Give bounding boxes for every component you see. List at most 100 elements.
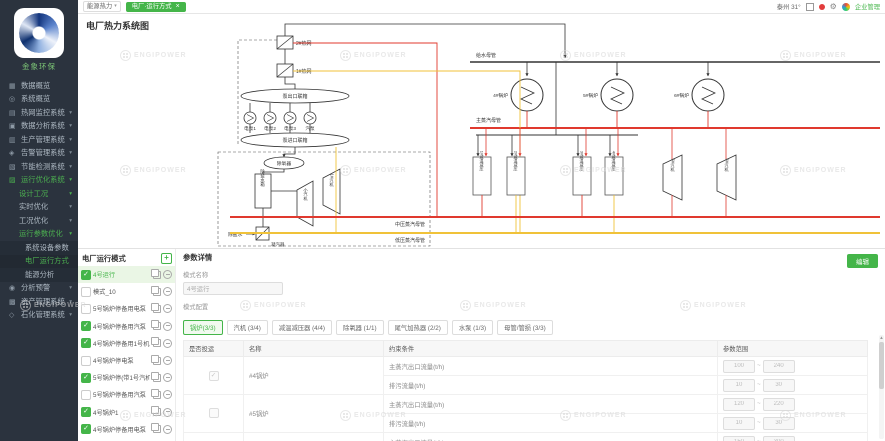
pump2-symbol[interactable] [264,112,276,124]
active-tab[interactable]: 电厂·运行方式 × [126,2,186,12]
equipment-tab[interactable]: 尾气加热器 (2/2) [388,320,448,335]
duplicate-icon[interactable] [153,288,161,296]
duplicate-icon[interactable] [153,391,161,399]
range-max-input[interactable] [763,436,795,441]
range-max-input[interactable] [763,417,795,430]
mode-checkbox[interactable]: ✓ [81,424,91,434]
range-min-input[interactable] [723,436,755,441]
sidebar-item[interactable]: ▩资产管理系统▾ [0,295,78,309]
duplicate-icon[interactable] [153,271,161,279]
mode-list-item[interactable]: ✓4号锅炉停备用汽泵 [78,318,175,335]
sidebar-item-label: 数据分析系统 [21,121,67,131]
equipment-tab[interactable]: 水泵 (1/3) [452,320,493,335]
pump4-symbol[interactable] [304,112,316,124]
equipment-tab[interactable]: 锅炉(3/3) [183,320,223,335]
mode-list-item[interactable]: 5号锅炉停备用电泵 [78,300,175,317]
scroll-up-icon[interactable]: ▲ [879,335,884,340]
range-min-input[interactable] [723,379,755,392]
equipment-tab[interactable]: 除氧器 (1/1) [336,320,384,335]
range-min-input[interactable] [723,360,755,373]
mode-checkbox[interactable]: ✓ [81,338,91,348]
in-service-checkbox[interactable] [209,408,219,418]
remove-icon[interactable] [163,339,172,348]
sidebar-item[interactable]: ◉分析预警▾ [0,282,78,296]
range-max-input[interactable] [763,360,795,373]
remove-icon[interactable] [163,373,172,382]
sidebar-item[interactable]: ◎系统概览 [0,93,78,107]
range-min-input[interactable] [723,398,755,411]
mode-name-input[interactable] [183,282,283,295]
range-min-input[interactable] [723,417,755,430]
equipment-tab[interactable]: 汽机 (3/4) [227,320,268,335]
edit-button[interactable]: 编辑 [847,254,878,268]
equipment-tab[interactable]: 减温减压器 (4/4) [272,320,332,335]
sidebar-item[interactable]: ▨运行优化系统▾ [0,174,78,188]
duplicate-icon[interactable] [153,305,161,313]
mode-checkbox[interactable] [81,287,91,297]
sidebar-item[interactable]: 运行参数优化▾ [0,228,78,242]
duplicate-icon[interactable] [153,357,161,365]
mode-list-item[interactable]: 模式_10 [78,283,175,300]
scrollbar[interactable]: ▲ [879,335,884,439]
duplicate-icon[interactable] [153,425,161,433]
sidebar-item[interactable]: 设计工况▾ [0,187,78,201]
sidebar-item[interactable]: ▣数据分析系统▾ [0,120,78,134]
close-icon[interactable]: × [176,3,180,10]
sidebar-item[interactable]: 能源分析 [0,268,78,282]
remove-icon[interactable] [163,270,172,279]
sidebar-item[interactable]: 系统设备参数 [0,241,78,255]
remove-icon[interactable] [163,356,172,365]
mode-checkbox[interactable]: ✓ [81,270,91,280]
remove-icon[interactable] [163,408,172,417]
remove-icon[interactable] [163,322,172,331]
mode-checkbox[interactable] [81,304,91,314]
remove-icon[interactable] [163,287,172,296]
notification-badge[interactable] [819,4,825,10]
sidebar-item[interactable]: 工况优化▾ [0,214,78,228]
user-menu[interactable]: 企业管理 [855,2,880,11]
remove-icon[interactable] [163,390,172,399]
duplicate-icon[interactable] [153,408,161,416]
mode-checkbox[interactable] [81,356,91,366]
duplicate-icon[interactable] [153,339,161,347]
range-max-input[interactable] [763,379,795,392]
mode-checkbox[interactable]: ✓ [81,373,91,383]
mode-list-item[interactable]: 5号锅炉停备用汽泵 [78,386,175,403]
scrollbar-thumb[interactable] [879,342,884,389]
sidebar-item[interactable]: 电厂运行方式 [0,255,78,269]
mode-list-item[interactable]: ✓4号锅炉停备用电泵 [78,421,175,438]
remove-icon[interactable] [163,304,172,313]
range-max-input[interactable] [763,398,795,411]
mode-list-item[interactable]: 4号锅炉停电泵 [78,352,175,369]
mode-checkbox[interactable]: ✓ [81,321,91,331]
mode-list-item[interactable]: ✓4号锅炉1 [78,404,175,421]
in-service-checkbox[interactable]: ✓ [209,371,219,381]
equipment-tab[interactable]: 母管/管损 (3/3) [497,320,553,335]
pump1-symbol[interactable] [244,112,256,124]
add-mode-button[interactable]: + [161,253,172,264]
avatar[interactable] [842,3,850,11]
boiler4-symbol[interactable] [511,79,543,111]
boiler6-symbol[interactable] [692,79,724,111]
boiler5-symbol[interactable] [601,79,633,111]
sidebar-item[interactable]: ◇石化管理系统▾ [0,309,78,323]
remove-icon[interactable] [163,425,172,434]
mode-list-item[interactable]: ✓4号运行 [78,266,175,283]
gear-icon[interactable]: ⚙ [830,3,837,11]
nav-dropdown[interactable]: 能源热力 ▾ [83,1,121,12]
sidebar-item[interactable]: ▦数据概览 [0,79,78,93]
mode-list-item[interactable]: ✓5号锅炉停(带1号汽机)电泵 [78,369,175,386]
mode-checkbox[interactable]: ✓ [81,407,91,417]
sidebar-item[interactable]: ▥生产管理系统▾ [0,133,78,147]
fullscreen-icon[interactable] [806,3,814,11]
sidebar-item[interactable]: 实时优化▾ [0,201,78,215]
pump3-symbol[interactable] [284,112,296,124]
duplicate-icon[interactable] [153,322,161,330]
sidebar-item[interactable]: ▧节能检测系统▾ [0,160,78,174]
sidebar-item[interactable]: ▤热网监控系统▾ [0,106,78,120]
mode-list-item[interactable]: ✓4号锅炉停备用1号机 [78,335,175,352]
duplicate-icon[interactable] [153,374,161,382]
sidebar-item-label: 节能检测系统 [21,162,67,172]
sidebar-item[interactable]: ◈告警管理系统▾ [0,147,78,161]
mode-checkbox[interactable] [81,390,91,400]
